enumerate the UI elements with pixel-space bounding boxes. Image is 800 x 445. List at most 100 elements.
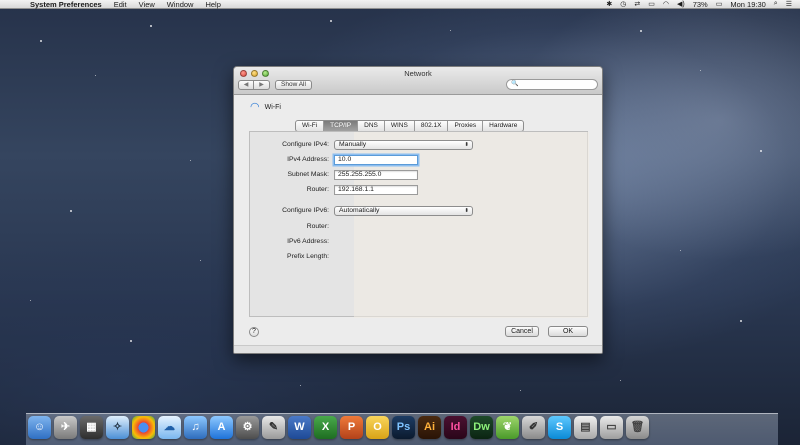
powerpoint-icon[interactable]: P [340,416,363,439]
app-store-icon[interactable]: A [210,416,233,439]
window-titlebar[interactable]: Network ◀ ▶ Show All 🔍 [234,67,602,95]
star [30,300,31,301]
ipv4-address-row: IPv4 Address: 10.0 [250,154,418,165]
menu-view[interactable]: View [139,0,155,9]
star [700,70,701,71]
leaf-icon[interactable]: ❦ [496,416,519,439]
trash-icon[interactable]: 🗑 [626,416,649,439]
search-input[interactable]: 🔍 [506,79,598,90]
ipv6-router-label: Router: [306,223,329,230]
interface-name: Wi-Fi [264,103,281,111]
ipv6-address-label: IPv6 Address: [287,238,329,245]
star [70,210,72,212]
menu-bar: System Preferences Edit View Window Help… [0,0,800,9]
cancel-button[interactable]: Cancel [505,326,539,337]
prefix-length-row: Prefix Length: [250,251,334,262]
help-button[interactable]: ? [249,327,259,337]
star [330,20,332,22]
volume-icon[interactable]: ◀) [677,0,685,8]
window-bottom-strip [234,345,602,353]
nav-buttons: ◀ ▶ [238,80,270,90]
mission-control-icon[interactable]: ▦ [80,416,103,439]
menu-extras: ✱ ◷ ⇄ ▭ ◠ ◀) 73% ▭ Mon 19:30 ⌕ ☰ [606,0,800,9]
bluetooth-icon[interactable]: ✱ [606,0,612,8]
star [200,260,201,261]
tab-wifi[interactable]: Wi-Fi [296,121,325,131]
excel-icon[interactable]: X [314,416,337,439]
tab-dns[interactable]: DNS [358,121,385,131]
star [150,25,152,27]
router-field[interactable]: 192.168.1.1 [334,184,418,195]
interface-header: ◠ Wi-Fi [250,101,281,113]
battery-icon: ▭ [715,1,723,8]
star [130,340,132,342]
menu-clock[interactable]: Mon 19:30 [730,0,765,9]
configure-ipv4-value: Manually [339,140,367,148]
configure-ipv4-select[interactable]: Manually ⬍ [334,139,473,150]
menu-edit[interactable]: Edit [114,0,127,9]
launchpad-icon[interactable]: ✈ [54,416,77,439]
screen-icon[interactable]: ▭ [600,416,623,439]
star [95,75,96,76]
chrome-icon[interactable] [132,416,155,439]
skype-icon[interactable]: S [548,416,571,439]
star [680,250,681,251]
dreamweaver-icon[interactable]: Dw [470,416,493,439]
tab-wins[interactable]: WINS [385,121,415,131]
window-title: Network [404,69,432,78]
router-row: Router: 192.168.1.1 [250,184,418,195]
ipv4-address-label: IPv4 Address: [287,156,329,163]
subnet-mask-label: Subnet Mask: [287,171,329,178]
subnet-mask-field[interactable]: 255.255.255.0 [334,169,418,180]
wifi-status-icon[interactable]: ◠ [663,0,669,8]
battery-percent[interactable]: 73% [693,0,708,9]
configure-ipv6-row: Configure IPv6: Automatically ⬍ [250,205,473,216]
network-window: Network ◀ ▶ Show All 🔍 ◠ Wi-Fi Wi-Fi TCP… [233,66,603,354]
star [640,30,642,32]
outlook-icon[interactable]: O [366,416,389,439]
star [760,150,762,152]
tab-proxies[interactable]: Proxies [448,121,484,131]
chevron-updown-icon: ⬍ [464,207,469,214]
pencil-icon[interactable]: ✐ [522,416,545,439]
ipv4-address-field[interactable]: 10.0 [334,154,418,165]
router-label: Router: [306,186,329,193]
tab-8021x[interactable]: 802.1X [415,121,449,131]
indesign-icon[interactable]: Id [444,416,467,439]
system-preferences-icon[interactable]: ⚙ [236,416,259,439]
configure-ipv6-label: Configure IPv6: [282,207,329,214]
display-icon[interactable]: ▭ [648,0,655,8]
preview-icon[interactable]: ✎ [262,416,285,439]
star [520,390,521,391]
prefix-length-label: Prefix Length: [287,253,329,260]
time-machine-icon[interactable]: ◷ [620,0,626,8]
ok-button[interactable]: OK [548,326,588,337]
finder-icon[interactable]: ☺ [28,416,51,439]
folder-icon[interactable]: ▤ [574,416,597,439]
messages-icon[interactable]: ☁ [158,416,181,439]
notification-center-icon[interactable]: ☰ [786,0,792,8]
spotlight-icon[interactable]: ⌕ [774,0,778,8]
star [300,385,301,386]
configure-ipv6-value: Automatically [339,206,380,214]
ipv6-router-row: Router: [250,221,334,232]
tab-hardware[interactable]: Hardware [483,121,523,131]
tab-tcpip[interactable]: TCP/IP [324,121,359,131]
back-button[interactable]: ◀ [238,80,254,90]
itunes-icon[interactable]: ♫ [184,416,207,439]
menu-help[interactable]: Help [205,0,220,9]
photoshop-icon[interactable]: Ps [392,416,415,439]
sync-icon[interactable]: ⇄ [634,0,640,8]
star [190,160,191,161]
show-all-button[interactable]: Show All [275,80,312,90]
illustrator-icon[interactable]: Ai [418,416,441,439]
menu-app-system-preferences[interactable]: System Preferences [30,0,102,9]
menu-window[interactable]: Window [167,0,194,9]
wifi-icon: ◠ [250,101,260,113]
safari-icon[interactable]: ✧ [106,416,129,439]
forward-button[interactable]: ▶ [254,80,270,90]
dock-icons: ☺ ✈ ▦ ✧ ☁ ♫ A ⚙ ✎ W X P O Ps Ai Id Dw ❦ … [28,416,649,439]
configure-ipv6-select[interactable]: Automatically ⬍ [334,205,473,216]
word-icon[interactable]: W [288,416,311,439]
tcpip-panel: Configure IPv4: Manually ⬍ IPv4 Address:… [249,131,589,318]
